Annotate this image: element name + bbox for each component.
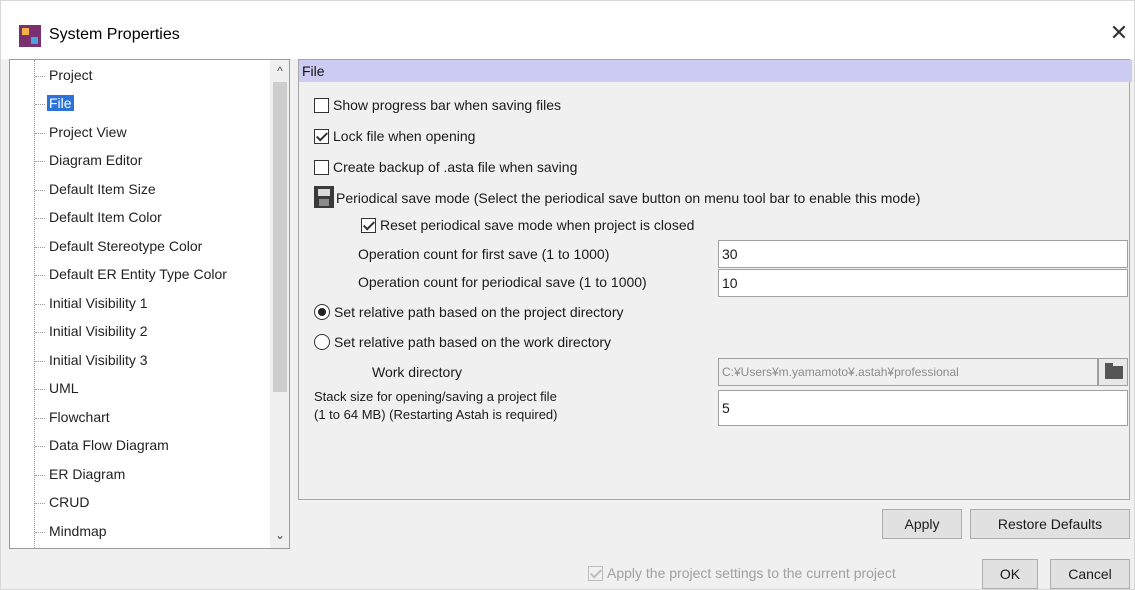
tree-item-default-stereotype-color[interactable]: Default Stereotype Color (35, 236, 204, 256)
cancel-button[interactable]: Cancel (1050, 559, 1130, 589)
work-directory-input[interactable]: C:¥Users¥m.yamamoto¥.astah¥professional (718, 358, 1098, 386)
window-title: System Properties (49, 26, 180, 43)
radio-button[interactable] (314, 334, 330, 350)
periodical-save-row: Periodical save mode (Select the periodi… (314, 186, 920, 208)
tree-item-flowchart[interactable]: Flowchart (35, 407, 112, 427)
apply-button[interactable]: Apply (882, 509, 962, 539)
relative-project-radio[interactable]: Set relative path based on the project d… (314, 301, 624, 323)
tree-item-mindmap[interactable]: Mindmap (35, 521, 109, 541)
tree-item-data-flow-diagram[interactable]: Data Flow Diagram (35, 435, 171, 455)
first-save-input[interactable]: 30 (718, 240, 1128, 268)
scroll-down-icon[interactable]: ⌄ (270, 526, 289, 544)
tree-item-diagram-editor[interactable]: Diagram Editor (35, 150, 144, 170)
radio-button[interactable] (314, 304, 330, 320)
periodical-count-label: Operation count for periodical save (1 t… (358, 274, 647, 290)
tree-item-uml[interactable]: UML (35, 378, 81, 398)
create-backup-checkbox[interactable]: Create backup of .asta file when saving (314, 156, 577, 178)
system-properties-dialog: System Properties ✕ Project File Project… (0, 0, 1135, 590)
tree-item-initial-visibility-2[interactable]: Initial Visibility 2 (35, 321, 150, 341)
stack-size-label-line1: Stack size for opening/saving a project … (314, 389, 557, 404)
stack-size-label-line2: (1 to 64 MB) (Restarting Astah is requir… (314, 407, 558, 422)
scroll-thumb[interactable] (273, 82, 287, 392)
show-progress-bar-checkbox[interactable]: Show progress bar when saving files (314, 94, 561, 116)
ok-button[interactable]: OK (982, 559, 1038, 589)
file-settings-panel: File Show progress bar when saving files… (298, 59, 1132, 500)
reset-periodical-checkbox[interactable]: Reset periodical save mode when project … (361, 214, 694, 236)
checkbox-label: Reset periodical save mode when project … (380, 217, 695, 233)
checkbox-box[interactable] (361, 218, 376, 233)
scroll-up-icon[interactable]: ^ (270, 62, 289, 80)
tree-item-file[interactable]: File (35, 93, 74, 113)
close-icon[interactable]: ✕ (1105, 19, 1133, 47)
checkbox-label: Create backup of .asta file when saving (333, 159, 578, 175)
tree-item-er-diagram[interactable]: ER Diagram (35, 464, 127, 484)
apply-project-settings-checkbox[interactable]: Apply the project settings to the curren… (588, 562, 896, 584)
tree-item-default-er-entity-type-color[interactable]: Default ER Entity Type Color (35, 264, 229, 284)
radio-label: Set relative path based on the work dire… (334, 334, 612, 350)
checkbox-box[interactable] (314, 98, 329, 113)
relative-work-radio[interactable]: Set relative path based on the work dire… (314, 331, 611, 353)
tree-item-initial-visibility-1[interactable]: Initial Visibility 1 (35, 293, 150, 313)
periodical-save-icon (314, 186, 334, 208)
tree-item-initial-visibility-3[interactable]: Initial Visibility 3 (35, 350, 150, 370)
radio-label: Set relative path based on the project d… (334, 304, 624, 320)
title-bar: System Properties ✕ (1, 1, 1134, 59)
checkbox-label: Apply the project settings to the curren… (607, 565, 896, 581)
tree-item-project[interactable]: Project (35, 65, 95, 85)
checkbox-label: Show progress bar when saving files (333, 97, 562, 113)
checkbox-label: Lock file when opening (333, 128, 476, 144)
tree-item-crud[interactable]: CRUD (35, 492, 91, 512)
tree-item-project-view[interactable]: Project View (35, 122, 129, 142)
tree-item-default-item-color[interactable]: Default Item Color (35, 207, 164, 227)
restore-defaults-button[interactable]: Restore Defaults (970, 509, 1130, 539)
lock-file-checkbox[interactable]: Lock file when opening (314, 125, 475, 147)
checkbox-box[interactable] (588, 566, 603, 581)
first-save-label: Operation count for first save (1 to 100… (358, 246, 610, 262)
tree-item-default-item-size[interactable]: Default Item Size (35, 179, 158, 199)
section-header: File (299, 60, 1132, 82)
category-tree: Project File Project View Diagram Editor… (9, 59, 290, 549)
periodical-save-label: Periodical save mode (Select the periodi… (336, 190, 921, 206)
stack-size-input[interactable]: 5 (718, 390, 1128, 426)
work-directory-label: Work directory (372, 364, 462, 380)
periodical-count-input[interactable]: 10 (718, 269, 1128, 297)
tree-scrollbar[interactable]: ^ ⌄ (270, 60, 289, 548)
checkbox-box[interactable] (314, 129, 329, 144)
astah-app-icon (19, 25, 41, 47)
folder-open-icon[interactable] (1098, 358, 1128, 386)
checkbox-box[interactable] (314, 160, 329, 175)
